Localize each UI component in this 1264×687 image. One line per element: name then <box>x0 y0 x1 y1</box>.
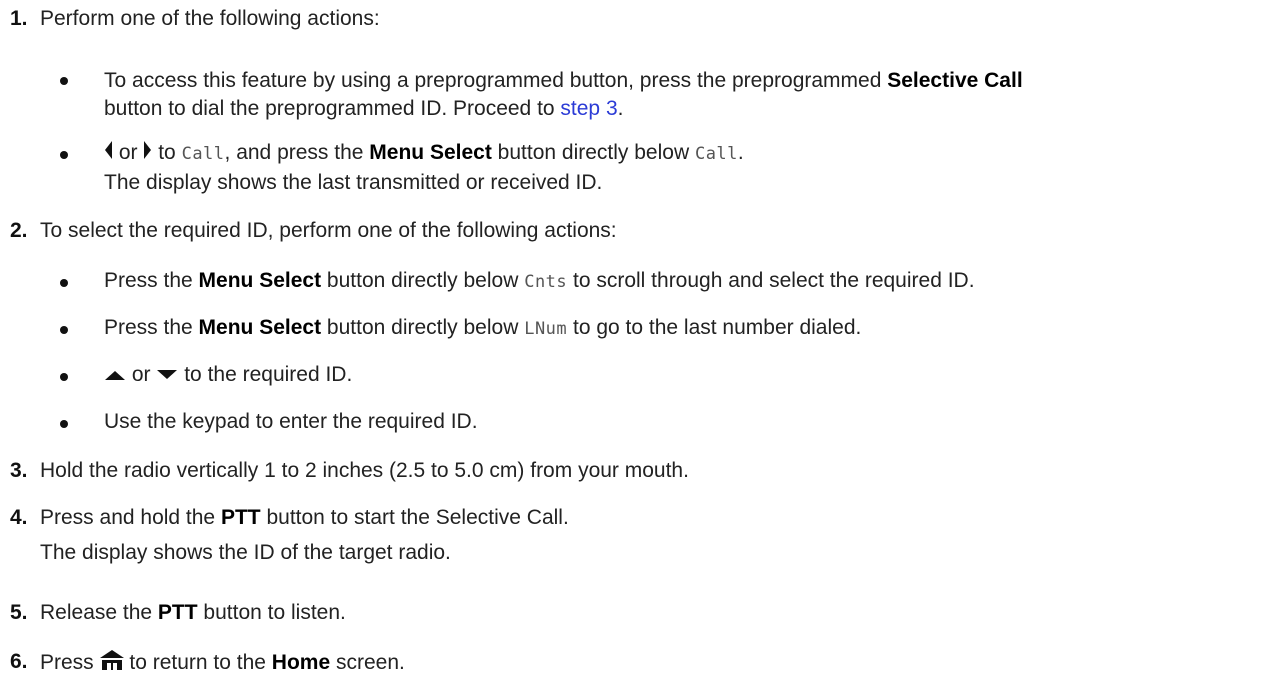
procedure-page: { "steps": { "s1": { "num": "1.", "text"… <box>0 0 1264 687</box>
menu-select-label: Menu Select <box>369 141 492 165</box>
home-icon <box>99 649 124 678</box>
step-3-text: Hold the radio vertically 1 to 2 inches … <box>40 459 689 482</box>
step-4-number: 4. <box>10 506 28 529</box>
bullet <box>60 373 68 381</box>
bullet <box>60 77 68 85</box>
step-5-number: 5. <box>10 601 28 624</box>
step-1-number: 1. <box>10 7 28 30</box>
call-softkey-label: Call <box>694 144 738 165</box>
step-4-text: Press and hold the PTT button to start t… <box>40 506 569 529</box>
lnum-softkey-label: LNum <box>524 319 568 339</box>
step-6-text: Press to return to the Home screen. <box>40 649 405 678</box>
menu-select-label: Menu Select <box>198 269 322 292</box>
bullet <box>60 420 68 428</box>
step-6-number: 6. <box>10 650 28 673</box>
ptt-label: PTT <box>157 601 198 624</box>
cnts-softkey-label: Cnts <box>524 272 568 292</box>
step-2-option-2: Press the Menu Select button directly be… <box>104 316 862 339</box>
step-4-result: The display shows the ID of the target r… <box>40 541 451 564</box>
ptt-label: PTT <box>220 506 261 529</box>
step-2-number: 2. <box>10 219 28 242</box>
step-1-result: The display shows the last transmitted o… <box>104 171 603 194</box>
step-5-text: Release the PTT button to listen. <box>40 601 346 624</box>
bullet <box>60 279 68 287</box>
step-1-text: Perform one of the following actions: <box>40 7 380 30</box>
call-softkey-label: Call <box>181 144 225 165</box>
step-3-number: 3. <box>10 459 28 482</box>
menu-select-label: Menu Select <box>198 316 322 339</box>
left-arrow-icon <box>104 140 113 167</box>
home-label: Home <box>271 651 331 675</box>
step-2-option-3: or to the required ID. <box>104 362 352 388</box>
down-arrow-icon <box>156 362 178 388</box>
selective-call-label: Selective Call <box>887 69 1023 92</box>
step-1-option-2: or to Call, and press the Menu Select bu… <box>104 140 744 167</box>
right-arrow-icon <box>143 140 152 167</box>
step-1-option-1-continued: button to dial the preprogrammed ID. Pro… <box>104 97 624 120</box>
bullet <box>60 151 68 159</box>
step-2-option-4: Use the keypad to enter the required ID. <box>104 410 478 433</box>
step-2-text: To select the required ID, perform one o… <box>40 219 617 242</box>
step-3-link[interactable]: step 3 <box>560 97 617 120</box>
step-1-option-1: To access this feature by using a prepro… <box>104 69 1023 92</box>
step-2-option-1: Press the Menu Select button directly be… <box>104 269 975 292</box>
bullet <box>60 326 68 334</box>
up-arrow-icon <box>104 362 126 388</box>
